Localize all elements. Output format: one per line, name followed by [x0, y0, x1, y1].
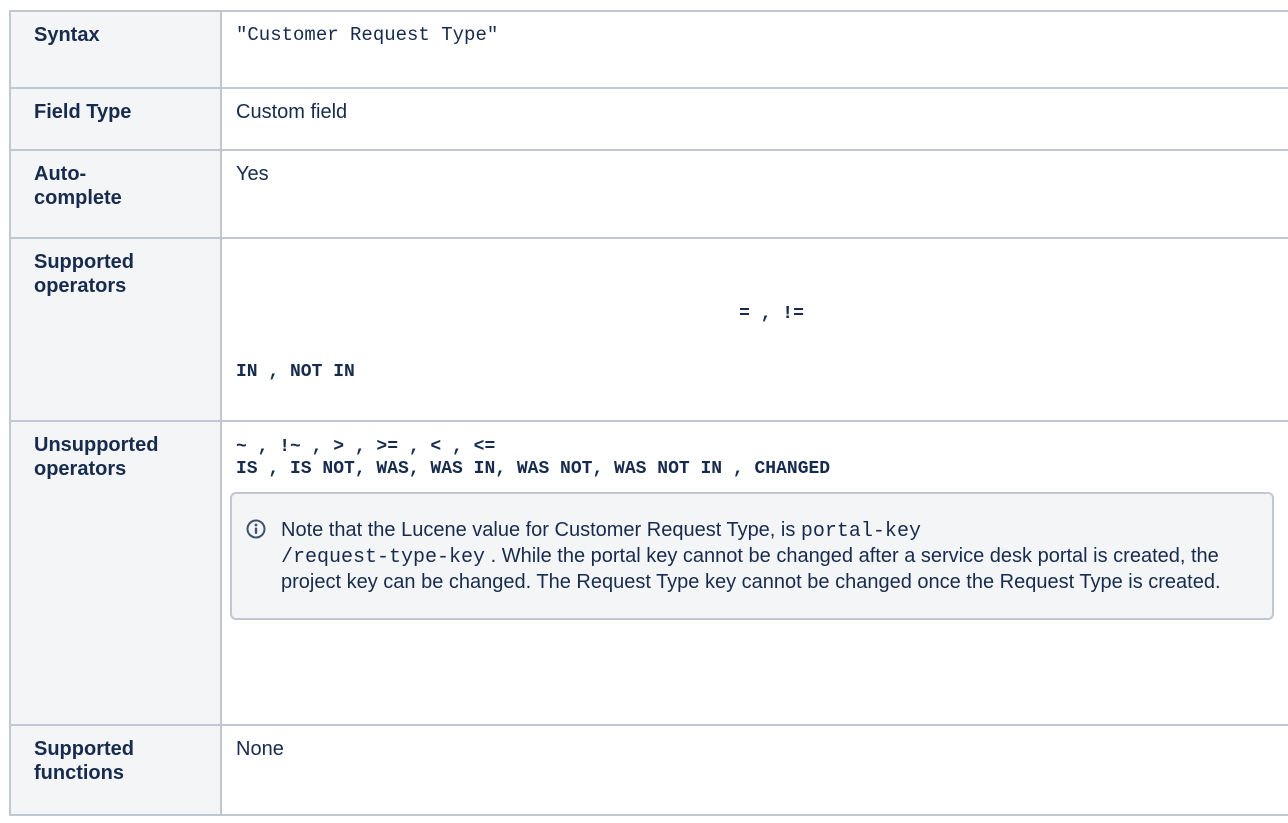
unsupported-operators-value-cell: ~ , !~ , > , >= , < , <= IS , IS NOT, WA…: [220, 420, 1288, 726]
supported-operators-line1: = , !=: [739, 304, 804, 324]
table-row: Syntax "Customer Request Type": [9, 10, 1288, 89]
syntax-label-cell: Syntax: [9, 10, 222, 89]
row-label-line1: Unsupported: [34, 434, 159, 456]
table-row: Supported functions None: [9, 724, 1288, 816]
row-label-line2: functions: [34, 762, 124, 784]
autocomplete-value: Yes: [236, 163, 269, 185]
row-label-line1: Supported: [34, 738, 134, 760]
row-label-line1: Auto-: [34, 163, 87, 185]
unsupported-operators-line2: IS , IS NOT, WAS, WAS IN, WAS NOT, WAS N…: [236, 459, 831, 479]
row-label: Field Type: [34, 101, 132, 123]
unsupported-operators-line1: ~ , !~ , > , >= , < , <=: [236, 437, 496, 457]
autocomplete-label-cell: Auto- complete: [9, 149, 222, 239]
info-note-panel: Note that the Lucene value for Customer …: [230, 492, 1274, 620]
info-icon: [246, 519, 266, 539]
row-label-line2: complete: [34, 187, 122, 209]
note-text-before: Note that the Lucene value for Customer …: [281, 519, 801, 541]
table-row: Auto- complete Yes: [9, 149, 1288, 239]
table-row: Unsupported operators ~ , !~ , > , >= , …: [9, 420, 1288, 726]
field-type-value-cell: Custom field: [220, 87, 1288, 151]
table-row: Field Type Custom field: [9, 87, 1288, 151]
syntax-value: "Customer Request Type": [236, 24, 499, 46]
field-reference-table: Syntax "Customer Request Type" Field Typ…: [9, 10, 1288, 816]
row-label-line1: Supported: [34, 251, 134, 273]
supported-functions-value: None: [236, 738, 284, 760]
supported-operators-line2: IN , NOT IN: [236, 362, 355, 382]
supported-operators-value-cell: = , != IN , NOT IN: [220, 237, 1288, 422]
row-label-line2: operators: [34, 458, 127, 480]
note-code-portal-key: portal-key: [800, 520, 921, 543]
table-row: Supported operators = , != IN , NOT IN: [9, 237, 1288, 422]
field-type-value: Custom field: [236, 101, 348, 123]
supported-functions-value-cell: None: [220, 724, 1288, 816]
row-label: Syntax: [34, 24, 100, 46]
row-label-line2: operators: [34, 275, 127, 297]
note-code-request-type-key: /request-type-key: [281, 546, 486, 569]
supported-functions-label-cell: Supported functions: [9, 724, 222, 816]
unsupported-operators-label-cell: Unsupported operators: [9, 420, 222, 726]
field-type-label-cell: Field Type: [9, 87, 222, 151]
supported-operators-label-cell: Supported operators: [9, 237, 222, 422]
syntax-value-cell: "Customer Request Type": [220, 10, 1288, 89]
autocomplete-value-cell: Yes: [220, 149, 1288, 239]
